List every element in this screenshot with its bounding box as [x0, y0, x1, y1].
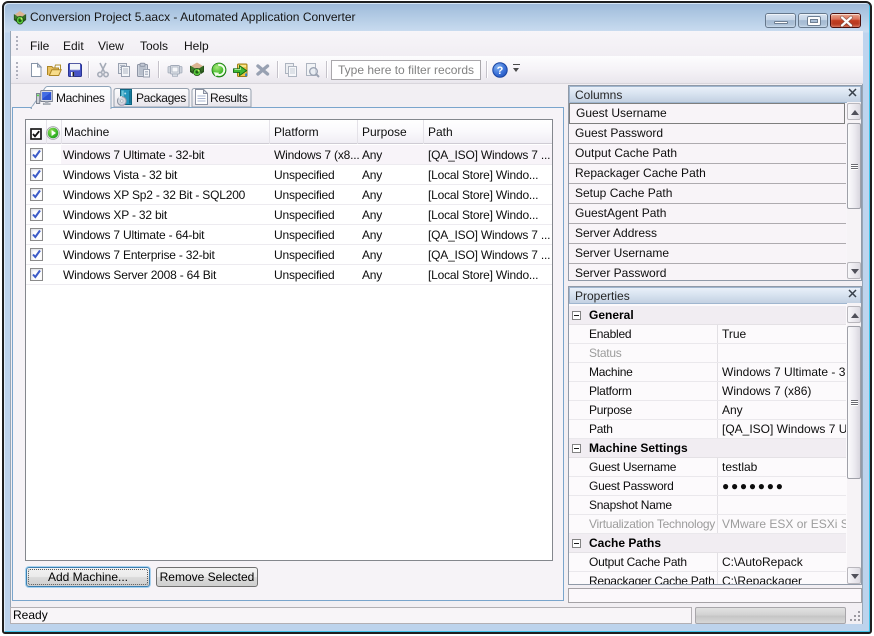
svg-text:?: ?	[497, 65, 504, 77]
